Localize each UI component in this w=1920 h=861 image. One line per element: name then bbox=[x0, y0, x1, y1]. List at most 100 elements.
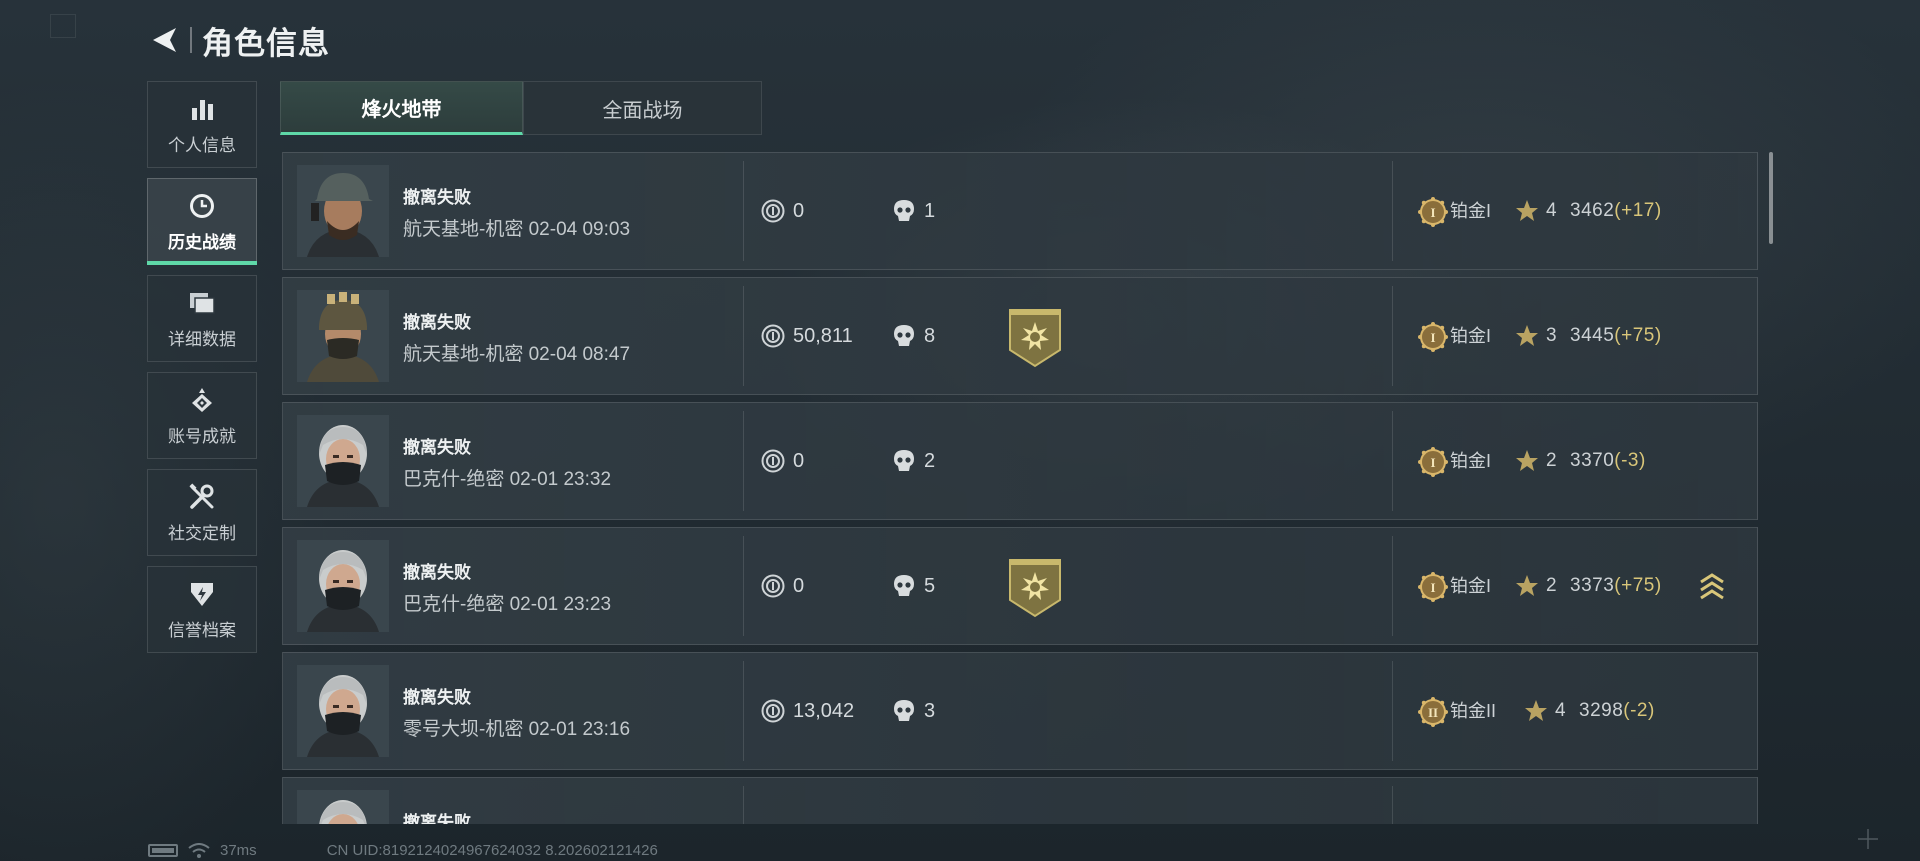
coin-value: 0 bbox=[793, 450, 805, 472]
map-name: 巴克什-绝密 bbox=[403, 594, 505, 615]
kill-count: 3 bbox=[924, 700, 936, 722]
rank-badge-icon: I bbox=[1418, 447, 1448, 477]
row-divider bbox=[1392, 536, 1393, 636]
page-title: 角色信息 bbox=[202, 25, 330, 61]
match-row[interactable]: 撤离失败 巴克什-绝密 02-01 23:23 0 5 I 铂金I 2 3373(+75) bbox=[282, 527, 1758, 645]
rank-score: 3373(+75) bbox=[1570, 574, 1662, 598]
corner-frame bbox=[50, 14, 76, 38]
match-result: 撤离失败 bbox=[403, 438, 471, 457]
kill-count: 8 bbox=[924, 325, 936, 347]
row-divider bbox=[1392, 411, 1393, 511]
operator-avatar bbox=[297, 665, 389, 757]
row-divider bbox=[743, 161, 744, 261]
star-icon bbox=[1516, 575, 1538, 596]
sidebar-item-label: 详细数据 bbox=[168, 330, 236, 349]
score-value: 3445 bbox=[1570, 325, 1615, 346]
tab-full-battlefield[interactable]: 全面战场 bbox=[523, 81, 762, 135]
sidebar-item-personal-info[interactable]: 个人信息 bbox=[147, 81, 257, 168]
folders-icon bbox=[188, 287, 216, 319]
match-row[interactable]: 撤离失败 巴克什-绝密 02-01 23:32 0 2 I 铂金I 2 3370(-3) bbox=[282, 402, 1758, 520]
operator-avatar bbox=[297, 165, 389, 257]
rank-badge-icon: I bbox=[1418, 197, 1448, 227]
sidebar-item-match-history[interactable]: 历史战绩 bbox=[147, 178, 257, 265]
row-divider bbox=[1392, 661, 1393, 761]
operator-avatar bbox=[297, 290, 389, 382]
uid-text: CN UID:8192124024967624032 8.20260212142… bbox=[326, 842, 658, 859]
mode-tabs: 烽火地带 全面战场 bbox=[280, 81, 762, 135]
sidebar-item-social-custom[interactable]: 社交定制 bbox=[147, 469, 257, 556]
sidebar-item-label: 信誉档案 bbox=[168, 621, 236, 640]
shield-icon bbox=[189, 578, 215, 610]
row-divider bbox=[1392, 786, 1393, 824]
match-map-time: 巴克什-绝密 02-01 23:32 bbox=[403, 464, 611, 491]
operator-avatar bbox=[297, 415, 389, 507]
header-divider bbox=[190, 27, 192, 53]
wifi-icon bbox=[188, 842, 210, 858]
svg-text:I: I bbox=[1430, 455, 1435, 470]
mvp-medal-icon bbox=[1009, 309, 1061, 368]
match-time: 02-01 23:23 bbox=[509, 594, 612, 615]
currency-icon bbox=[761, 324, 785, 348]
row-divider bbox=[743, 661, 744, 761]
page-header: 角色信息 bbox=[148, 18, 330, 62]
match-time: 02-04 09:03 bbox=[528, 219, 631, 240]
sidebar-item-label: 个人信息 bbox=[168, 136, 236, 155]
operator-avatar bbox=[297, 540, 389, 632]
skull-icon bbox=[894, 575, 914, 596]
match-row[interactable]: 撤离失败 bbox=[282, 777, 1758, 824]
rank-score: 3445(+75) bbox=[1570, 324, 1662, 348]
map-name: 航天基地-机密 bbox=[403, 344, 524, 365]
currency-icon bbox=[761, 699, 785, 723]
row-divider bbox=[1392, 286, 1393, 386]
match-result: 撤离失败 bbox=[403, 688, 471, 707]
bar-chart-icon bbox=[189, 93, 215, 125]
score-value: 3370 bbox=[1570, 450, 1615, 471]
skull-icon bbox=[894, 450, 914, 471]
svg-text:I: I bbox=[1430, 330, 1435, 345]
sidebar: 个人信息 历史战绩 详细数据 账号成就 社交定制 信誉档案 bbox=[147, 81, 257, 663]
sidebar-item-label: 社交定制 bbox=[168, 524, 236, 543]
back-button[interactable] bbox=[148, 23, 182, 57]
sidebar-item-detailed-data[interactable]: 详细数据 bbox=[147, 275, 257, 362]
currency-icon bbox=[761, 199, 785, 223]
mvp-medal-icon bbox=[1009, 559, 1061, 618]
match-result: 撤离失败 bbox=[403, 813, 471, 824]
svg-text:II: II bbox=[1428, 705, 1438, 720]
match-time: 02-04 08:47 bbox=[528, 344, 631, 365]
map-name: 零号大坝-机密 bbox=[403, 719, 524, 740]
coin-value: 0 bbox=[793, 575, 805, 597]
match-history-list[interactable]: 撤离失败 航天基地-机密 02-04 09:03 0 1 I 铂金I 4 3462(+17) 撤… bbox=[280, 152, 1760, 824]
map-name: 航天基地-机密 bbox=[403, 219, 524, 240]
match-map-time: 零号大坝-机密 02-01 23:16 bbox=[403, 714, 630, 741]
match-row[interactable]: 撤离失败 零号大坝-机密 02-01 23:16 13,042 3 II 铂金II 4 329… bbox=[282, 652, 1758, 770]
rank-badge-icon: II bbox=[1418, 697, 1448, 727]
match-time: 02-01 23:32 bbox=[509, 469, 612, 490]
match-map-time: 航天基地-机密 02-04 09:03 bbox=[403, 214, 630, 241]
star-count: 2 bbox=[1546, 450, 1557, 471]
score-delta: (+17) bbox=[1614, 200, 1662, 221]
sidebar-item-label: 历史战绩 bbox=[168, 233, 236, 252]
row-divider bbox=[743, 536, 744, 636]
match-map-time: 航天基地-机密 02-04 08:47 bbox=[403, 339, 630, 366]
battery-icon bbox=[148, 844, 178, 857]
sidebar-item-reputation[interactable]: 信誉档案 bbox=[147, 566, 257, 653]
match-row[interactable]: 撤离失败 航天基地-机密 02-04 09:03 0 1 I 铂金I 4 3462(+17) bbox=[282, 152, 1758, 270]
row-divider bbox=[1392, 161, 1393, 261]
score-delta: (+75) bbox=[1614, 325, 1662, 346]
sidebar-item-achievements[interactable]: 账号成就 bbox=[147, 372, 257, 459]
star-icon bbox=[1516, 450, 1538, 471]
score-delta: (-2) bbox=[1623, 700, 1655, 721]
coin-value: 13,042 bbox=[793, 700, 855, 722]
scrollbar[interactable] bbox=[1769, 152, 1773, 244]
rank-score: 3298(-2) bbox=[1579, 699, 1655, 723]
rank-name: 铂金I bbox=[1450, 451, 1492, 471]
tab-beacon-zone[interactable]: 烽火地带 bbox=[280, 81, 523, 135]
sidebar-item-label: 账号成就 bbox=[168, 427, 236, 446]
match-map-time: 巴克什-绝密 02-01 23:23 bbox=[403, 589, 611, 616]
match-row[interactable]: 撤离失败 航天基地-机密 02-04 08:47 50,811 8 I 铂金I 3 3445(… bbox=[282, 277, 1758, 395]
rank-name: 铂金II bbox=[1450, 701, 1497, 721]
star-count: 3 bbox=[1546, 325, 1557, 346]
score-value: 3462 bbox=[1570, 200, 1615, 221]
coin-value: 0 bbox=[793, 200, 805, 222]
ping-value: 37ms bbox=[220, 842, 257, 859]
